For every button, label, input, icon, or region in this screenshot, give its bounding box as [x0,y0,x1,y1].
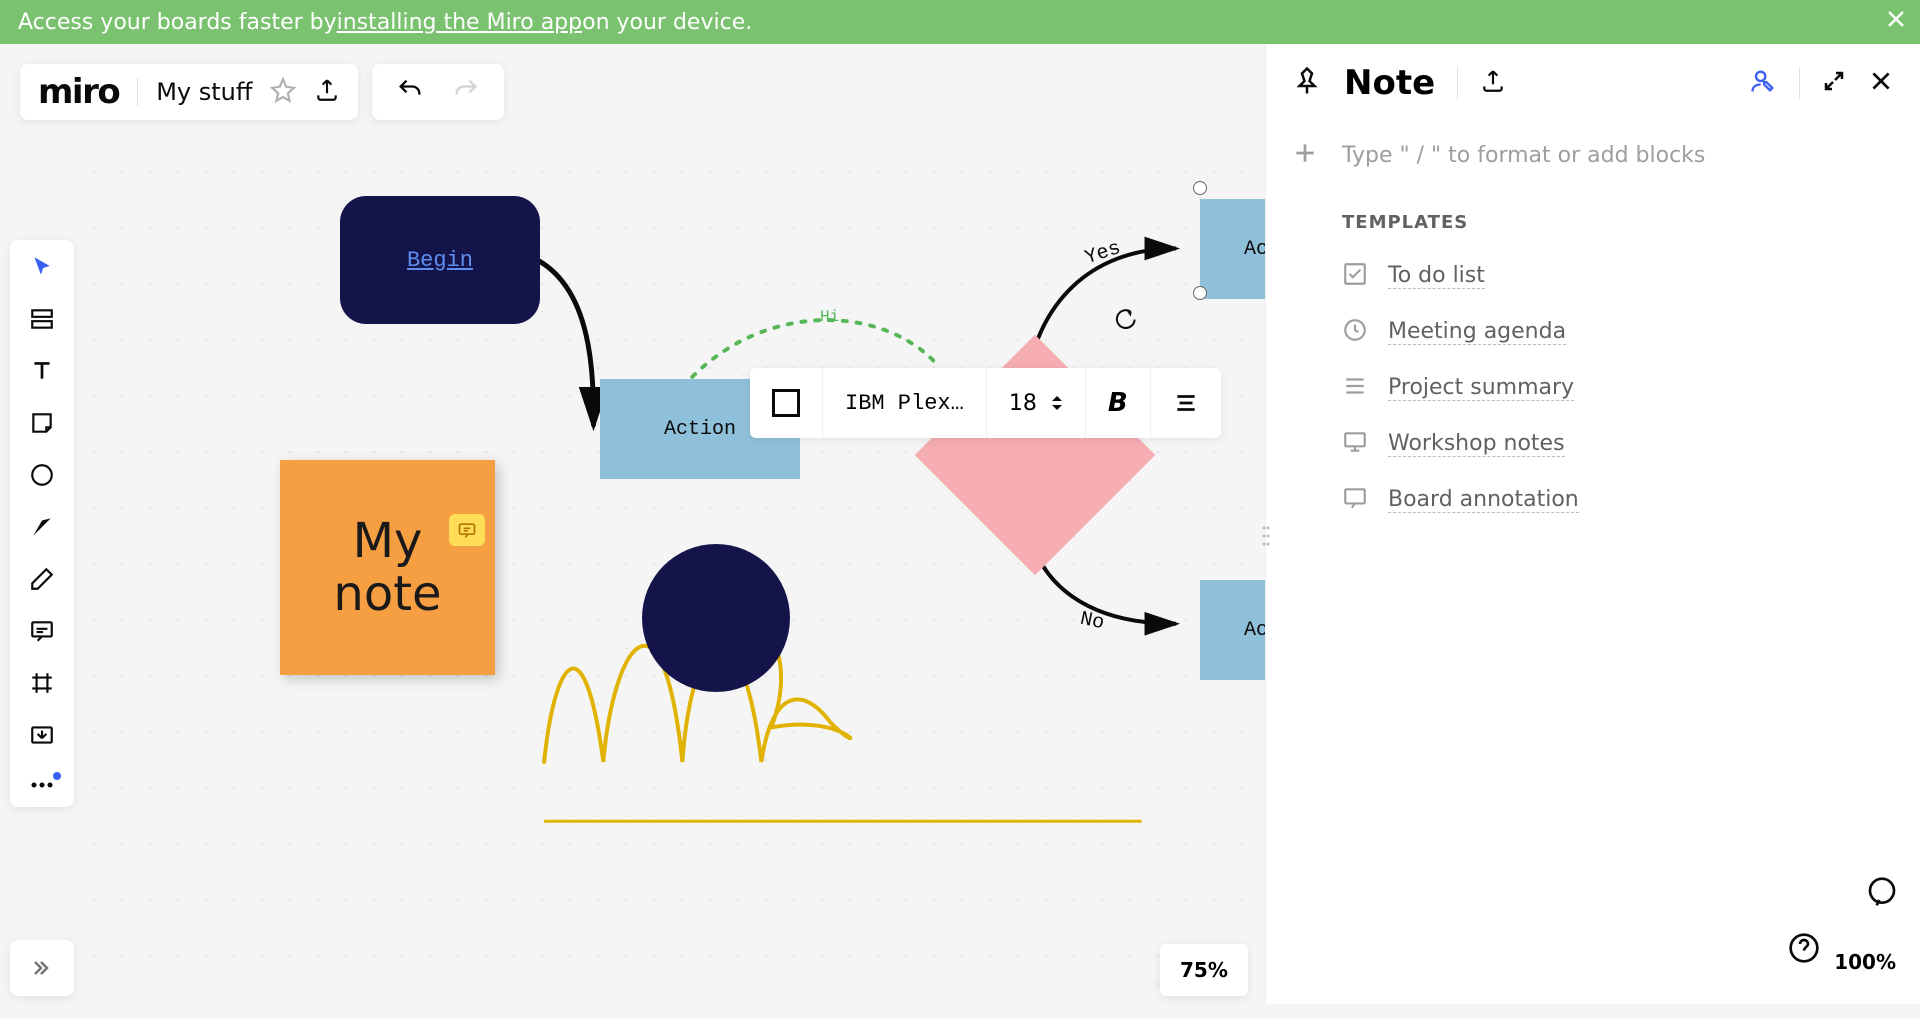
star-icon[interactable] [270,77,296,107]
selection-handle[interactable] [1193,181,1207,195]
zoom-level[interactable]: 75% [1160,944,1248,996]
edge-label-no[interactable]: No [1078,608,1106,635]
chevron-up-icon[interactable] [1051,394,1063,402]
circle-shape[interactable] [642,544,790,692]
pen-tool[interactable] [29,566,55,596]
presentation-icon [1342,429,1368,459]
chevron-down-icon[interactable] [1051,404,1063,412]
undo-redo-panel [372,64,504,120]
note-zoom-level[interactable]: 100% [1834,950,1896,974]
canvas[interactable]: Begin Action Act Act My note Yes No Hi [80,130,1265,1004]
template-board-annotation[interactable]: Board annotation [1342,485,1894,515]
chat-icon[interactable] [1866,876,1898,912]
panel-resize-handle[interactable] [1262,524,1270,552]
close-icon[interactable] [1884,7,1908,37]
template-todo-list[interactable]: To do list [1342,261,1894,291]
clock-icon [1342,317,1368,347]
note-title: Note [1344,63,1435,103]
add-block-button[interactable] [1292,140,1318,170]
lines-icon [1342,373,1368,403]
comment-icon[interactable] [449,514,485,546]
export-note-icon[interactable] [1480,68,1506,98]
font-family-selector[interactable]: IBM Plex… [823,368,987,438]
annotation-icon [1342,485,1368,515]
install-banner: Access your boards faster by installing … [0,0,1920,44]
board-name[interactable]: My stuff [156,78,252,106]
selection-handle[interactable] [1193,286,1207,300]
expand-toolbar-button[interactable] [10,940,74,996]
expand-icon[interactable] [1822,69,1846,97]
template-workshop-notes[interactable]: Workshop notes [1342,429,1894,459]
board-header-panel: miro My stuff [20,64,358,120]
border-style-button[interactable] [750,368,823,438]
miro-logo[interactable]: miro [38,72,119,112]
flowchart-begin-node[interactable]: Begin [340,196,540,324]
divider [137,78,138,106]
templates-tool[interactable] [29,306,55,336]
close-panel-icon[interactable] [1868,68,1894,98]
upload-tool[interactable] [29,722,55,752]
banner-text-before: Access your boards faster by [18,10,337,35]
text-tool[interactable] [29,358,55,388]
undo-button[interactable] [396,76,424,108]
install-app-link[interactable]: installing the Miro app [337,10,582,35]
comment-tool[interactable] [29,618,55,648]
checkbox-icon [1342,261,1368,291]
sticky-text-line1: My [353,515,423,568]
connector-tool[interactable] [29,514,55,544]
bold-button[interactable]: B [1086,368,1151,438]
banner-text-after: on your device. [582,10,752,35]
align-button[interactable] [1151,368,1221,438]
templates-heading: TEMPLATES [1342,212,1894,233]
note-input-placeholder[interactable]: Type " / " to format or add blocks [1342,143,1705,168]
template-meeting-agenda[interactable]: Meeting agenda [1342,317,1894,347]
more-tools[interactable] [29,774,55,793]
pin-icon[interactable] [1292,66,1322,100]
font-size-stepper[interactable]: 18 [987,368,1086,438]
edit-person-icon[interactable] [1749,67,1777,99]
left-toolbar [10,240,74,807]
edge-label-hi[interactable]: Hi [820,308,839,326]
template-project-summary[interactable]: Project summary [1342,373,1894,403]
sticky-tool[interactable] [29,410,55,440]
help-footer-icon[interactable] [1788,932,1820,968]
note-panel: Note Type " / " to format or add blocks … [1265,44,1920,1004]
frame-tool[interactable] [29,670,55,700]
redo-button[interactable] [452,76,480,108]
sticky-note[interactable]: My note [280,460,495,675]
select-tool[interactable] [29,254,55,284]
text-format-toolbar: IBM Plex… 18 B [750,368,1221,438]
export-icon[interactable] [314,77,340,107]
sticky-text-line2: note [333,568,441,621]
shape-tool[interactable] [29,462,55,492]
